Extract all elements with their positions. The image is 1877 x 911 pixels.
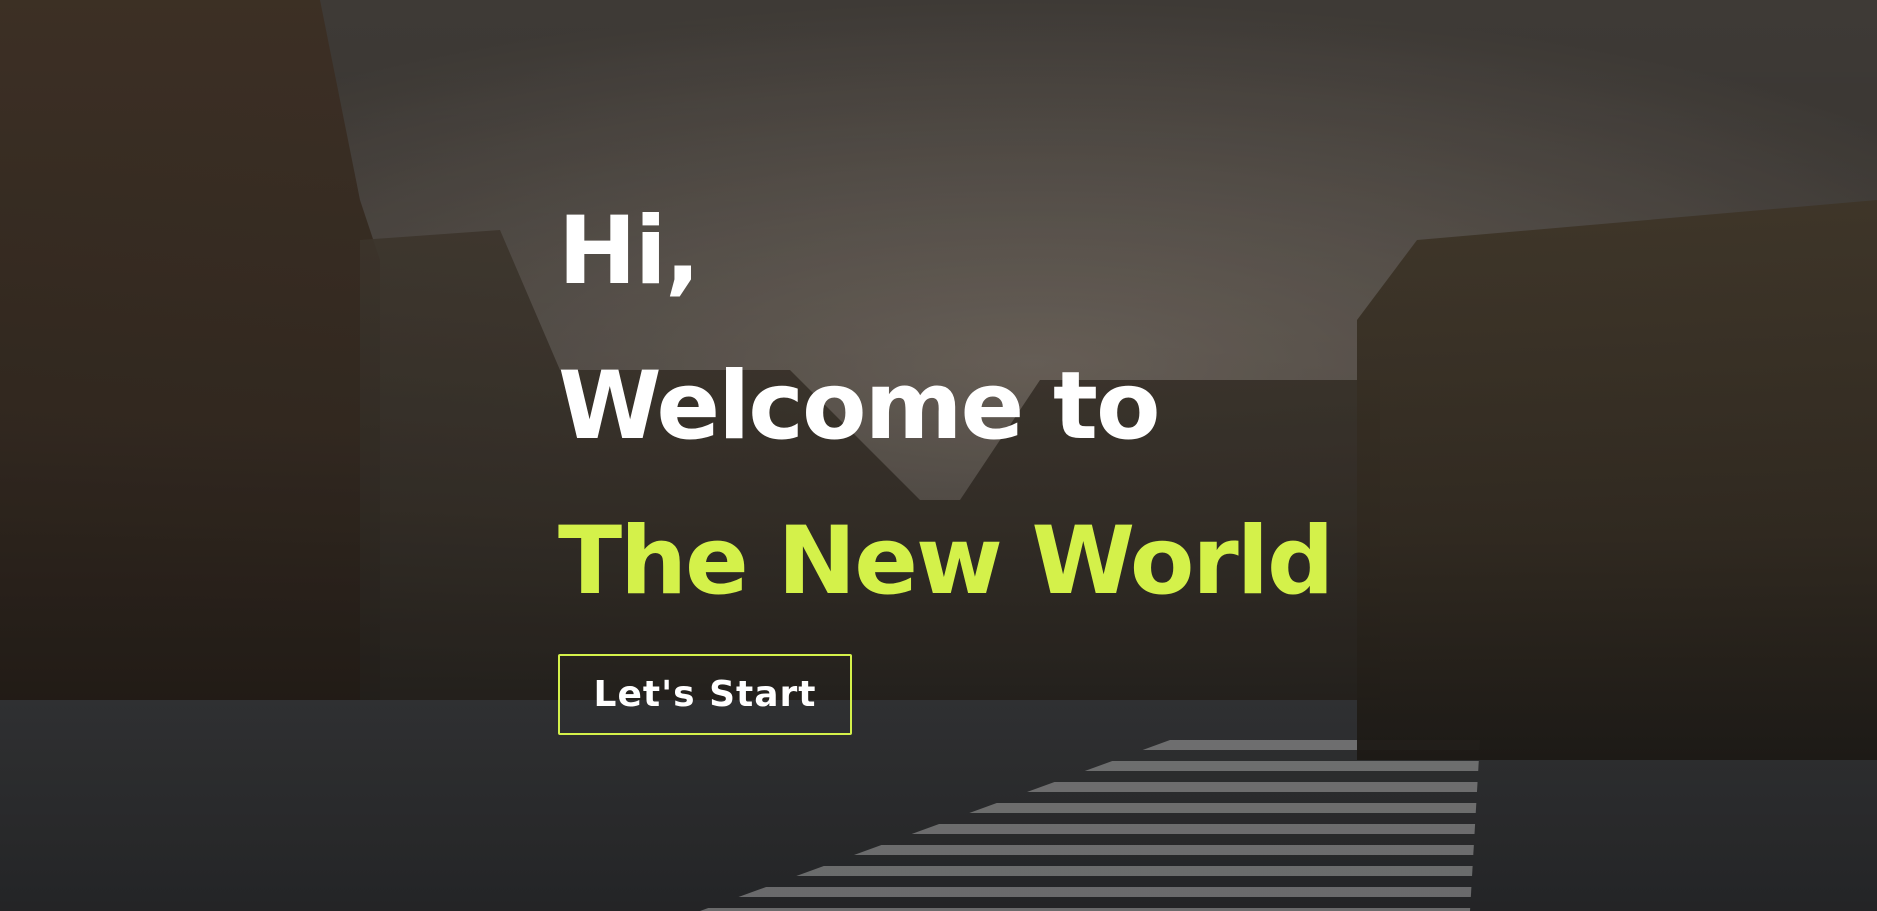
hero-highlight: The New World [558, 507, 1334, 616]
hero-section: Hi, Welcome to The New World Let's Start [0, 0, 1877, 911]
hero-greeting: Hi, [558, 197, 701, 306]
lets-start-button[interactable]: Let's Start [558, 654, 852, 735]
hero-welcome: Welcome to [558, 352, 1161, 461]
